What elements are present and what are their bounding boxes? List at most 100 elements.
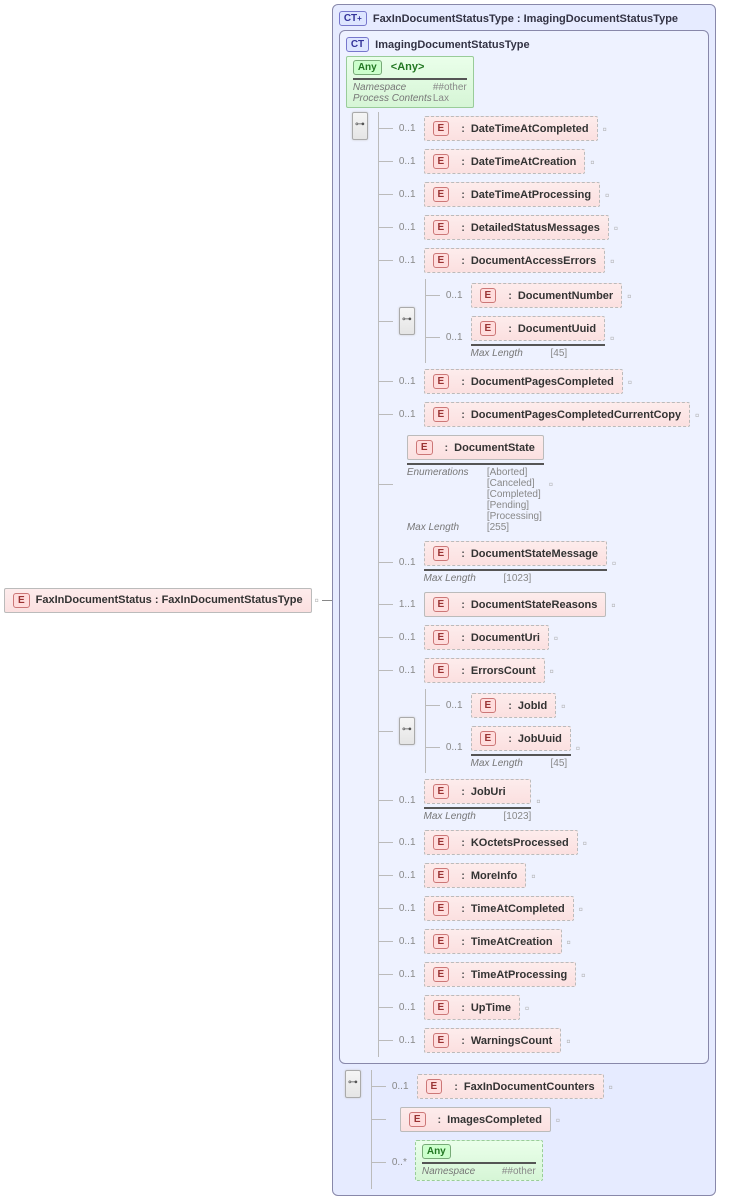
ref-element[interactable]: E : DocumentState xyxy=(407,435,544,460)
ref-element[interactable]: E : DocumentPagesCompletedCurrentCopy xyxy=(424,402,691,427)
expand-icon[interactable]: ▫ xyxy=(607,254,617,268)
expand-icon[interactable]: ▫ xyxy=(551,631,561,645)
cardinality: 0..1 xyxy=(393,376,422,387)
ref-element[interactable]: E : JobId xyxy=(471,693,557,718)
expand-icon[interactable]: ▫ xyxy=(609,556,619,570)
ref-element[interactable]: E : TimeAtCreation xyxy=(424,929,562,954)
ref-element[interactable]: E : DateTimeAtCompleted xyxy=(424,116,598,141)
element-badge: E xyxy=(433,374,450,389)
any-label: <Any> xyxy=(391,61,425,73)
expand-icon[interactable]: ▫ xyxy=(312,593,322,607)
expand-icon[interactable]: ▫ xyxy=(608,598,618,612)
ref-element[interactable]: E : DocumentUuid xyxy=(471,316,606,341)
expand-icon[interactable]: ▫ xyxy=(624,289,634,303)
expand-icon[interactable]: ▫ xyxy=(528,869,538,883)
sequence-compositor[interactable] xyxy=(345,1070,361,1098)
root-element[interactable]: E FaxInDocumentStatus : FaxInDocumentSta… xyxy=(4,588,312,613)
ref-element[interactable]: E : ImagesCompleted xyxy=(400,1107,551,1132)
expand-icon[interactable]: ▫ xyxy=(611,221,621,235)
ref-element[interactable]: E : DocumentAccessErrors xyxy=(424,248,606,273)
expand-icon[interactable]: ▫ xyxy=(587,155,597,169)
element-badge: E xyxy=(433,154,450,169)
element-badge: E xyxy=(433,835,450,850)
cardinality: 0..1 xyxy=(393,795,422,806)
ref-element[interactable]: E : TimeAtProcessing xyxy=(424,962,577,987)
ref-element[interactable]: E : DocumentStateMessage xyxy=(424,541,608,566)
expand-icon[interactable]: ▫ xyxy=(580,836,590,850)
ref-element[interactable]: E : UpTime xyxy=(424,995,520,1020)
any-wildcard[interactable]: Any Namespace##other xyxy=(415,1140,543,1181)
sequence-compositor[interactable] xyxy=(399,307,415,335)
outer-ct-header[interactable]: CT+ FaxInDocumentStatusType : ImagingDoc… xyxy=(339,11,710,26)
expand-icon[interactable]: ▫ xyxy=(602,188,612,202)
element-badge: E xyxy=(433,407,450,422)
element-badge: E xyxy=(409,1112,426,1127)
ref-name: FaxInDocumentCounters xyxy=(464,1081,595,1093)
element-badge: E xyxy=(433,187,450,202)
ref-element[interactable]: E : DocumentStateReasons xyxy=(424,592,607,617)
expand-icon[interactable]: ▫ xyxy=(564,935,574,949)
cardinality: 0..1 xyxy=(393,903,422,914)
ref-element[interactable]: E : FaxInDocumentCounters xyxy=(417,1074,604,1099)
ref-element[interactable]: E : WarningsCount xyxy=(424,1028,562,1053)
facets: Max Length[1023] xyxy=(424,807,532,822)
ref-name: ImagesCompleted xyxy=(447,1114,542,1126)
ref-name: DocumentState xyxy=(454,442,535,454)
ref-element[interactable]: E : JobUuid xyxy=(471,726,571,751)
ref-element[interactable]: E : DocumentUri xyxy=(424,625,549,650)
expand-icon[interactable]: ▫ xyxy=(600,122,610,136)
expand-icon[interactable]: ▫ xyxy=(578,968,588,982)
element-badge: E xyxy=(433,597,450,612)
ref-element[interactable]: E : DocumentPagesCompleted xyxy=(424,369,623,394)
element-badge: E xyxy=(433,121,450,136)
expand-icon[interactable]: ▫ xyxy=(546,477,556,491)
cardinality: 0..1 xyxy=(393,632,422,643)
element-badge: E xyxy=(433,253,450,268)
expand-icon[interactable]: ▫ xyxy=(573,741,583,755)
inner-ct-label: ImagingDocumentStatusType xyxy=(375,39,529,51)
expand-icon[interactable]: ▫ xyxy=(606,1080,616,1094)
element-badge: E xyxy=(433,967,450,982)
ref-element[interactable]: E : DetailedStatusMessages xyxy=(424,215,609,240)
expand-icon[interactable]: ▫ xyxy=(692,408,702,422)
expand-icon[interactable]: ▫ xyxy=(607,331,617,345)
ref-name: DocumentStateReasons xyxy=(471,599,598,611)
ref-element[interactable]: E : KOctetsProcessed xyxy=(424,830,578,855)
sequence-compositor[interactable] xyxy=(352,112,368,140)
expand-icon[interactable]: ▫ xyxy=(547,664,557,678)
ref-name: JobUri xyxy=(471,786,506,798)
ref-name: DetailedStatusMessages xyxy=(471,222,600,234)
expand-icon[interactable]: ▫ xyxy=(553,1113,563,1127)
ref-element[interactable]: E : TimeAtCompleted xyxy=(424,896,574,921)
any-wildcard[interactable]: Any <Any> Namespace##otherProcess Conten… xyxy=(346,56,474,108)
ref-name: DocumentAccessErrors xyxy=(471,255,596,267)
ref-name: DocumentStateMessage xyxy=(471,548,598,560)
outer-complex-type: CT+ FaxInDocumentStatusType : ImagingDoc… xyxy=(332,4,717,1196)
facets: Max Length[45] xyxy=(471,754,571,769)
expand-icon[interactable]: ▫ xyxy=(533,794,543,808)
ref-element[interactable]: E : MoreInfo xyxy=(424,863,527,888)
sequence-compositor[interactable] xyxy=(399,717,415,745)
ref-name: KOctetsProcessed xyxy=(471,837,569,849)
element-badge: E xyxy=(480,288,497,303)
connector xyxy=(322,600,332,601)
inner-ct-header[interactable]: CT ImagingDocumentStatusType xyxy=(346,37,703,52)
ref-element[interactable]: E : DateTimeAtCreation xyxy=(424,149,586,174)
ref-element[interactable]: E : ErrorsCount xyxy=(424,658,545,683)
ref-name: JobUuid xyxy=(518,733,562,745)
expand-icon[interactable]: ▫ xyxy=(576,902,586,916)
cardinality: 0..1 xyxy=(393,870,422,881)
ref-element[interactable]: E : DocumentNumber xyxy=(471,283,623,308)
ref-name: DateTimeAtCreation xyxy=(471,156,577,168)
facets: Namespace##other xyxy=(422,1162,536,1177)
ref-element[interactable]: E : DateTimeAtProcessing xyxy=(424,182,601,207)
complex-type-badge: CT+ xyxy=(339,11,367,26)
ref-element[interactable]: E : JobUri xyxy=(424,779,532,804)
expand-icon[interactable]: ▫ xyxy=(558,699,568,713)
expand-icon[interactable]: ▫ xyxy=(522,1001,532,1015)
expand-icon[interactable]: ▫ xyxy=(625,375,635,389)
expand-icon[interactable]: ▫ xyxy=(563,1034,573,1048)
cardinality: 0..1 xyxy=(393,156,422,167)
ref-name: JobId xyxy=(518,700,547,712)
any-badge: Any xyxy=(422,1144,451,1159)
